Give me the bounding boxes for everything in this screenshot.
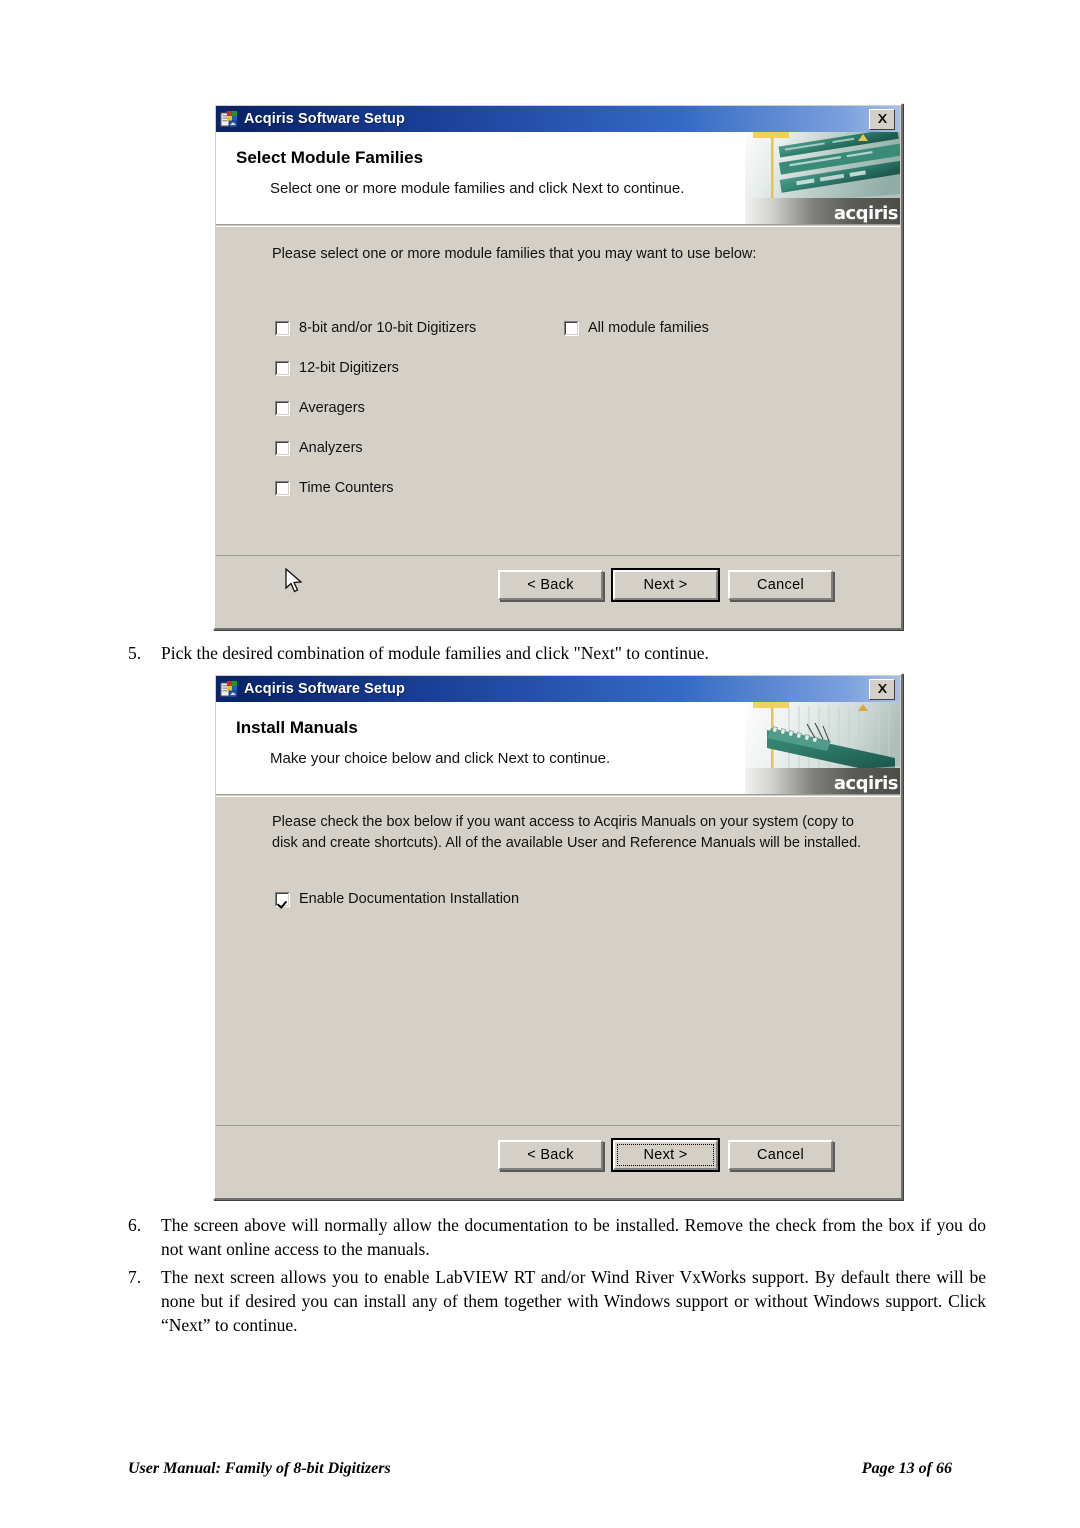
checkbox-label: Enable Documentation Installation [299, 891, 520, 907]
checkbox-8bit-10bit-digitizers[interactable] [275, 321, 290, 336]
dialog-inner-frame: Acqiris Software Setup [215, 675, 901, 1198]
footer-left-text: User Manual: Family of 8-bit Digitizers [128, 1460, 391, 1477]
dialog1-title: Acqiris Software Setup [244, 111, 405, 127]
step-6: 6. The screen above will normally allow … [128, 1213, 986, 1261]
dialog2-button-strip: < Back Next > Cancel [498, 1138, 833, 1172]
close-icon [877, 114, 887, 123]
page-footer: User Manual: Family of 8-bit Digitizers … [128, 1460, 952, 1478]
dialog1-footer: < Back Next > Cancel [216, 555, 900, 627]
dialog2-header-subtitle: Make your choice below and click Next to… [270, 750, 611, 767]
step-6-text: The screen above will normally allow the… [161, 1215, 986, 1260]
dialog1-banner-image: acqiris [745, 132, 900, 224]
checkbox-label: Averagers [299, 400, 365, 416]
dialog-inner-frame: Acqiris Software Setup [215, 105, 901, 628]
checkbox-label: 12-bit Digitizers [299, 360, 399, 376]
cancel-button[interactable]: Cancel [728, 570, 833, 600]
dialog2-footer: < Back Next > Cancel [216, 1125, 900, 1197]
dialog2-body: Please check the box below if you want a… [216, 796, 900, 1126]
checkbox-row-enable-documentation-installation[interactable]: Enable Documentation Installation [275, 890, 519, 908]
dialog1-header-title: Select Module Families [236, 148, 424, 167]
step-5-number: 5. [128, 643, 142, 663]
checkbox-row-12bit-digitizers[interactable]: 12-bit Digitizers [275, 359, 399, 377]
next-button[interactable]: Next > [611, 1138, 720, 1172]
dialog1-body: Please select one or more module familie… [216, 226, 900, 556]
dialog-install-manuals: Acqiris Software Setup acqiris Install M… [213, 673, 903, 1200]
dialog2-header: acqiris Install Manuals Make your choice… [216, 702, 900, 795]
step-6-number: 6. [128, 1215, 142, 1235]
back-button[interactable]: < Back [498, 1140, 603, 1170]
checkbox-label: Time Counters [299, 480, 394, 496]
dialog2-banner-image: acqiris [745, 702, 900, 794]
dialog-select-module-families: Acqiris Software Setup acqiris Select Mo… [213, 103, 903, 630]
checkbox-row-time-counters[interactable]: Time Counters [275, 479, 394, 497]
close-icon [877, 684, 887, 693]
checkbox-row-8bit-10bit-digitizers[interactable]: 8-bit and/or 10-bit Digitizers [275, 319, 476, 337]
dialog1-button-strip: < Back Next > Cancel [498, 568, 833, 602]
step-7-text: The next screen allows you to enable Lab… [161, 1267, 986, 1336]
close-button[interactable] [869, 108, 895, 130]
checkbox-label: All module families [588, 320, 709, 336]
checkbox-12bit-digitizers[interactable] [275, 361, 290, 376]
checkbox-averagers[interactable] [275, 401, 290, 416]
dialog2-title: Acqiris Software Setup [244, 681, 405, 697]
dialog1-instruction: Please select one or more module familie… [272, 246, 757, 262]
back-button[interactable]: < Back [498, 570, 603, 600]
checkbox-enable-documentation-installation[interactable] [275, 892, 290, 907]
dialog2-instruction: Please check the box below if you want a… [272, 814, 862, 851]
next-button-label: Next > [643, 577, 688, 593]
dialog1-header-subtitle: Select one or more module families and c… [270, 180, 685, 197]
dialog1-header: acqiris Select Module Families Select on… [216, 132, 900, 225]
close-button[interactable] [869, 678, 895, 700]
acqiris-logo: acqiris [833, 203, 899, 224]
checkbox-row-all-module-families[interactable]: All module families [564, 319, 709, 337]
checkbox-time-counters[interactable] [275, 481, 290, 496]
cancel-button[interactable]: Cancel [728, 1140, 833, 1170]
step-5-text: Pick the desired combination of module f… [161, 643, 709, 663]
dialog2-titlebar[interactable]: Acqiris Software Setup [216, 676, 900, 702]
acqiris-logo: acqiris [833, 773, 899, 794]
checkbox-label: Analyzers [299, 440, 363, 456]
checkbox-all-module-families[interactable] [564, 321, 579, 336]
checkbox-row-analyzers[interactable]: Analyzers [275, 439, 363, 457]
installer-icon [220, 680, 239, 699]
dialog2-header-title: Install Manuals [236, 718, 358, 737]
footer-right-text: Page 13 of 66 [861, 1460, 952, 1477]
checkbox-label: 8-bit and/or 10-bit Digitizers [299, 320, 477, 336]
step-7-number: 7. [128, 1267, 142, 1287]
installer-icon [220, 110, 239, 129]
next-button-label: Next > [643, 1147, 688, 1163]
dialog1-titlebar[interactable]: Acqiris Software Setup [216, 106, 900, 132]
checkbox-analyzers[interactable] [275, 441, 290, 456]
step-5: 5. Pick the desired combination of modul… [128, 641, 918, 665]
step-7: 7. The next screen allows you to enable … [128, 1265, 986, 1337]
next-button[interactable]: Next > [611, 568, 720, 602]
checkbox-row-averagers[interactable]: Averagers [275, 399, 365, 417]
mouse-cursor [284, 567, 306, 594]
document-page: Acqiris Software Setup acqiris Select Mo… [0, 0, 1080, 1528]
